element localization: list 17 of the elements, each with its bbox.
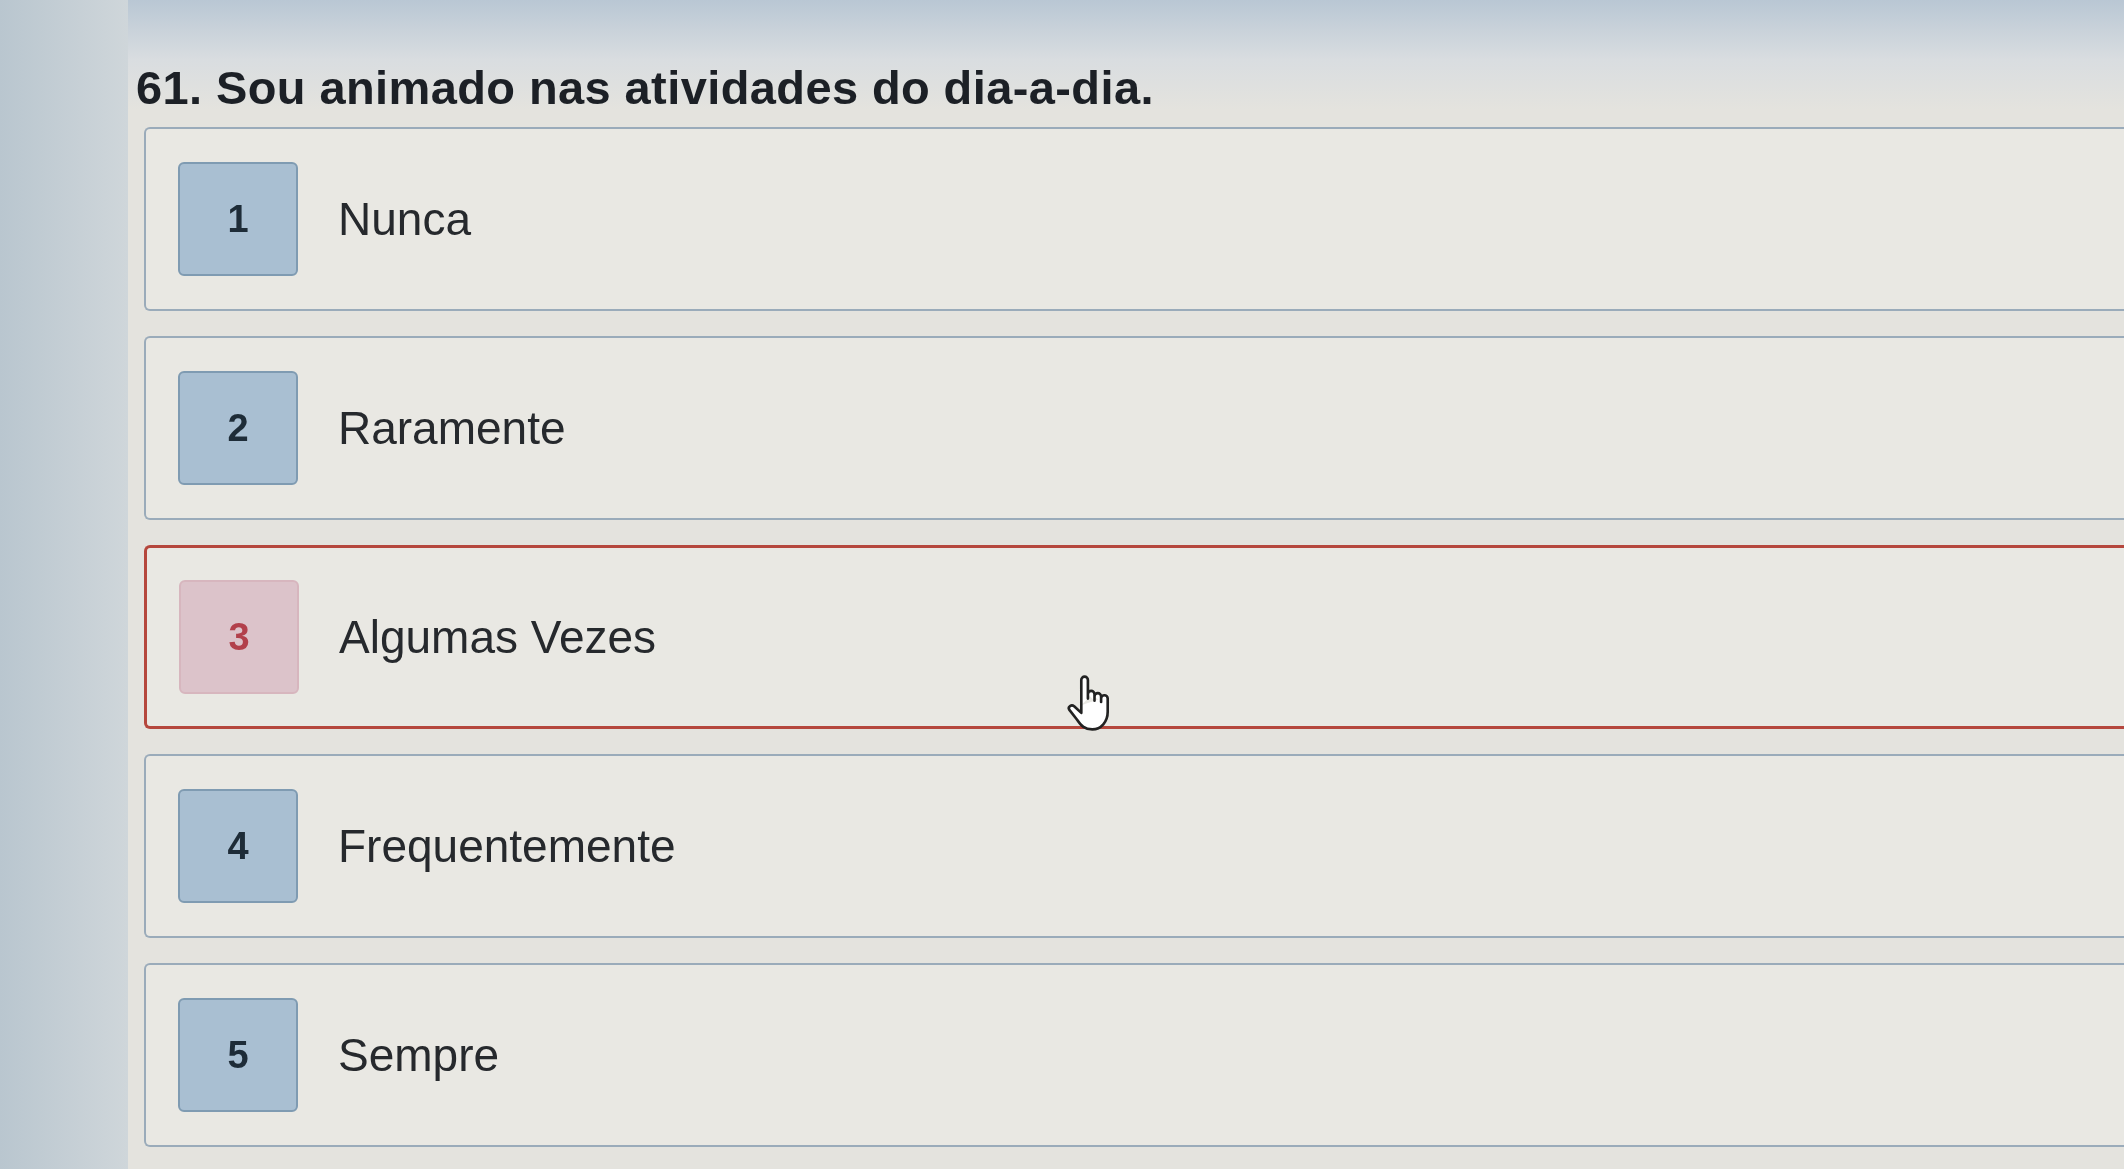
- option-label: Sempre: [338, 1028, 500, 1082]
- option-label: Raramente: [338, 401, 566, 455]
- option-number-tile: 2: [178, 371, 298, 485]
- option-number-tile: 3: [179, 580, 299, 694]
- option-number-tile: 1: [178, 162, 298, 276]
- option-label: Frequentemente: [338, 819, 676, 873]
- answer-option[interactable]: 5 Sempre: [144, 963, 2124, 1147]
- answer-option[interactable]: 2 Raramente: [144, 336, 2124, 520]
- option-number-tile: 4: [178, 789, 298, 903]
- option-label: Nunca: [338, 192, 471, 246]
- answer-option[interactable]: 4 Frequentemente: [144, 754, 2124, 938]
- answer-option[interactable]: 1 Nunca: [144, 127, 2124, 311]
- option-label: Algumas Vezes: [339, 610, 657, 664]
- answer-option[interactable]: 3 Algumas Vezes: [144, 545, 2124, 729]
- option-number-tile: 5: [178, 998, 298, 1112]
- question-title: 61. Sou animado nas atividades do dia-a-dia.: [136, 60, 1155, 115]
- hand-pointer-icon: [1067, 674, 1111, 732]
